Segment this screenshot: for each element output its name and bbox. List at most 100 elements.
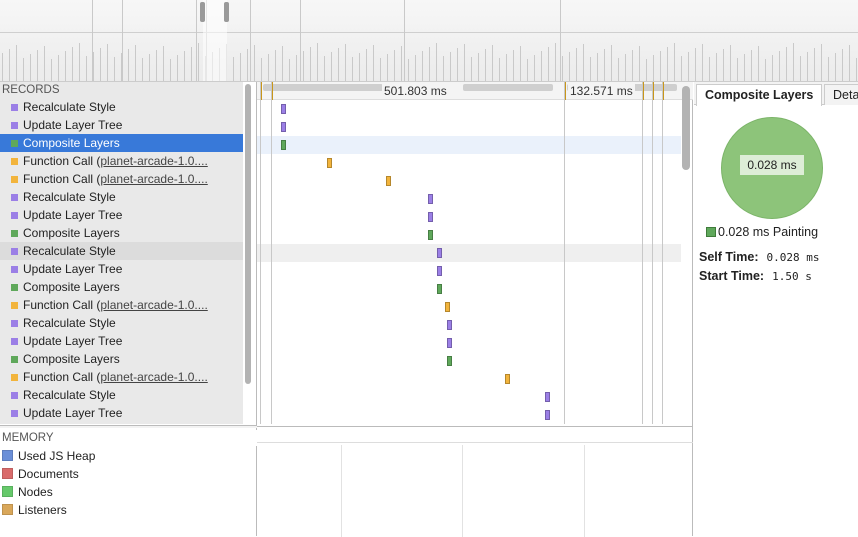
timeline-row[interactable] [257, 334, 681, 352]
timeline-row[interactable] [257, 388, 681, 406]
overview-activity-bar [149, 54, 150, 81]
record-label: Update Layer Tree [23, 208, 123, 222]
record-row[interactable]: Composite Layers [0, 350, 243, 368]
overview-frame-line [250, 0, 251, 81]
overview-activity-bar [331, 52, 332, 81]
timeline-record-bar[interactable] [447, 320, 452, 330]
memory-counter-row[interactable]: Listeners [0, 501, 257, 519]
record-source-link[interactable]: planet-arcade-1.0.... [100, 154, 207, 168]
timeline-record-bar[interactable] [386, 176, 391, 186]
ruler-label-frame-2: 132.571 ms [568, 84, 635, 98]
record-row[interactable]: Composite Layers [0, 224, 243, 242]
timeline-row[interactable] [257, 244, 681, 262]
overview-left-handle[interactable] [200, 2, 205, 22]
timeline-record-bar[interactable] [281, 122, 286, 132]
timeline-record-bar[interactable] [447, 356, 452, 366]
memory-counter-swatch-icon[interactable] [2, 450, 13, 461]
record-row[interactable]: Update Layer Tree [0, 332, 243, 350]
timeline-scrollbar[interactable] [682, 82, 690, 424]
timeline-record-bar[interactable] [281, 140, 286, 150]
timeline-scrollbar-thumb[interactable] [682, 86, 690, 170]
timeline-record-bar[interactable] [437, 266, 442, 276]
timeline-record-bar[interactable] [505, 374, 510, 384]
record-row[interactable]: Recalculate Style [0, 242, 243, 260]
timeline-record-bar[interactable] [428, 212, 433, 222]
records-scrollbar-thumb[interactable] [245, 84, 251, 384]
record-row[interactable]: Function Call (planet-arcade-1.0.... [0, 152, 243, 170]
timeline-record-bar[interactable] [428, 194, 433, 204]
timeline-row[interactable] [257, 406, 681, 424]
sidebar-divider[interactable] [0, 425, 257, 428]
overview-activity-bar [611, 45, 612, 81]
timeline-row[interactable] [257, 136, 681, 154]
timeline-row[interactable] [257, 262, 681, 280]
record-row[interactable]: Recalculate Style [0, 314, 243, 332]
memory-graph-header [257, 427, 693, 443]
timeline-row[interactable] [257, 154, 681, 172]
record-row[interactable]: Recalculate Style [0, 386, 243, 404]
timeline-record-bar[interactable] [445, 302, 450, 312]
record-row[interactable]: Update Layer Tree [0, 260, 243, 278]
memory-counter-label: Listeners [18, 503, 67, 517]
memory-counter-row[interactable]: Nodes [0, 483, 257, 501]
overview-activity-bar [359, 53, 360, 81]
overview-activity-bar [646, 59, 647, 81]
timeline-row[interactable] [257, 370, 681, 388]
record-row[interactable]: Update Layer Tree [0, 404, 243, 422]
record-row[interactable]: Update Layer Tree [0, 206, 243, 224]
record-row[interactable]: Recalculate Style [0, 98, 243, 116]
timeline-row[interactable] [257, 316, 681, 334]
record-row[interactable]: Function Call (planet-arcade-1.0.... [0, 170, 243, 188]
overview-activity-bar [471, 57, 472, 81]
record-label: Composite Layers [23, 226, 120, 240]
overview-activity-bar [492, 45, 493, 81]
details-tabbar: Composite Layers Details [694, 82, 858, 106]
overview-frame-line [196, 0, 197, 81]
timeline-record-bar[interactable] [281, 104, 286, 114]
overview-right-handle[interactable] [224, 2, 229, 22]
timeline-row[interactable] [257, 352, 681, 370]
tab-details[interactable]: Details [824, 84, 858, 105]
overview-activity-bar [751, 50, 752, 81]
memory-counter-row[interactable]: Documents [0, 465, 257, 483]
record-row[interactable]: Composite Layers [0, 278, 243, 296]
timeline-row[interactable] [257, 100, 681, 118]
timeline-panel[interactable]: 501.803 ms 132.571 ms [257, 82, 693, 537]
timeline-record-bar[interactable] [437, 284, 442, 294]
overview-activity-bar [765, 59, 766, 81]
record-row[interactable]: Composite Layers [0, 134, 243, 152]
record-row[interactable]: Recalculate Style [0, 188, 243, 206]
memory-counter-swatch-icon[interactable] [2, 504, 13, 515]
overview-activity-bar [261, 58, 262, 81]
tab-composite-layers[interactable]: Composite Layers [696, 84, 823, 106]
overview-activity-bar [436, 43, 437, 81]
timeline-row[interactable] [257, 172, 681, 190]
record-row[interactable]: Function Call (planet-arcade-1.0.... [0, 368, 243, 386]
timeline-record-bar[interactable] [545, 392, 550, 402]
frame-divider [564, 82, 565, 424]
record-row[interactable]: Update Layer Tree [0, 116, 243, 134]
memory-counter-swatch-icon[interactable] [2, 468, 13, 479]
timeline-row[interactable] [257, 280, 681, 298]
record-source-link[interactable]: planet-arcade-1.0.... [100, 172, 207, 186]
memory-counter-swatch-icon[interactable] [2, 486, 13, 497]
record-source-link[interactable]: planet-arcade-1.0.... [100, 298, 207, 312]
timeline-record-bar[interactable] [327, 158, 332, 168]
timeline-row[interactable] [257, 298, 681, 316]
record-source-link[interactable]: planet-arcade-1.0.... [100, 370, 207, 384]
timeline-record-bar[interactable] [447, 338, 452, 348]
timeline-record-bar[interactable] [428, 230, 433, 240]
timeline-row[interactable] [257, 118, 681, 136]
timeline-record-bar[interactable] [545, 410, 550, 420]
memory-counter-row[interactable]: Used JS Heap [0, 447, 257, 465]
timeline-row[interactable] [257, 208, 681, 226]
timeline-row[interactable] [257, 226, 681, 244]
timeline-row[interactable] [257, 190, 681, 208]
timeline-record-bar[interactable] [437, 248, 442, 258]
overview-activity-bar [569, 52, 570, 81]
self-time-row: Self Time: 0.028 ms [699, 250, 820, 264]
records-scrollbar[interactable] [245, 82, 251, 424]
overview-strip[interactable] [0, 0, 858, 82]
record-row[interactable]: Function Call (planet-arcade-1.0.... [0, 296, 243, 314]
overview-activity-bar [191, 47, 192, 81]
